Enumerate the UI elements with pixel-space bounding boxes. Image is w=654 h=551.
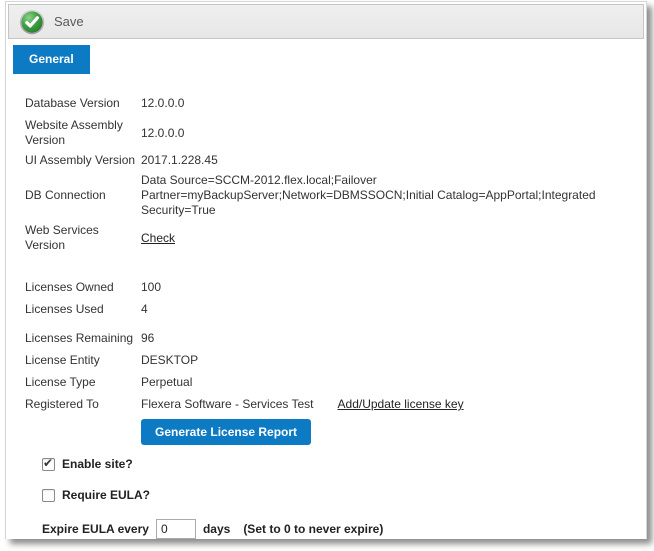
field-label: UI Assembly Version <box>25 153 141 168</box>
field-licenses-owned: Licenses Owned 100 <box>25 280 634 295</box>
field-label: Web Services Version <box>25 223 141 253</box>
expire-eula-row: Expire EULA every days (Set to 0 to neve… <box>42 519 634 539</box>
check-web-services-link[interactable]: Check <box>141 231 175 245</box>
field-value: Flexera Software - Services Test <box>141 397 314 412</box>
field-license-entity: License Entity DESKTOP <box>25 353 634 368</box>
field-label: License Type <box>25 375 141 390</box>
tab-general[interactable]: General <box>13 45 90 74</box>
field-licenses-used: Licenses Used 4 <box>25 302 634 317</box>
field-value: Perpetual <box>141 375 634 390</box>
field-label: Database Version <box>25 96 141 111</box>
toolbar: Save <box>8 4 644 39</box>
field-value: 2017.1.228.45 <box>141 153 634 168</box>
field-registered-to: Registered To Flexera Software - Service… <box>25 397 634 412</box>
field-label: Licenses Remaining <box>25 331 141 346</box>
expire-eula-label: Expire EULA every <box>42 522 149 536</box>
save-button[interactable]: Save <box>19 9 84 35</box>
field-value: 100 <box>141 280 634 295</box>
field-value: DESKTOP <box>141 353 634 368</box>
field-db-connection: DB Connection Data Source=SCCM-2012.flex… <box>25 173 634 218</box>
enable-site-row: Enable site? <box>42 457 634 471</box>
field-label: DB Connection <box>25 188 141 203</box>
field-label: Licenses Owned <box>25 280 141 295</box>
save-button-label: Save <box>54 14 84 29</box>
expire-eula-unit-label: days <box>203 522 230 536</box>
tab-strip: General <box>6 45 646 74</box>
add-update-license-key-link[interactable]: Add/Update license key <box>338 397 464 412</box>
general-tab-panel: Database Version 12.0.0.0 Website Assemb… <box>6 74 646 539</box>
enable-site-label: Enable site? <box>62 457 133 471</box>
field-value: 12.0.0.0 <box>141 126 634 141</box>
field-licenses-remaining: Licenses Remaining 96 <box>25 331 634 346</box>
field-website-assembly-version: Website Assembly Version 12.0.0.0 <box>25 118 634 148</box>
field-value: 12.0.0.0 <box>141 96 634 111</box>
settings-window: Save General Database Version 12.0.0.0 W… <box>5 1 647 539</box>
expire-eula-days-input[interactable] <box>156 519 196 539</box>
field-ui-assembly-version: UI Assembly Version 2017.1.228.45 <box>25 153 634 168</box>
field-database-version: Database Version 12.0.0.0 <box>25 96 634 111</box>
field-label: Website Assembly Version <box>25 118 141 148</box>
field-value: Data Source=SCCM-2012.flex.local;Failove… <box>141 173 634 218</box>
generate-license-report-button[interactable]: Generate License Report <box>141 419 311 445</box>
field-web-services-version: Web Services Version Check <box>25 223 634 253</box>
expire-eula-hint: (Set to 0 to never expire) <box>243 522 383 536</box>
button-row: Generate License Report <box>141 419 634 445</box>
require-eula-row: Require EULA? <box>42 488 634 502</box>
field-label: License Entity <box>25 353 141 368</box>
field-label: Licenses Used <box>25 302 141 317</box>
field-label: Registered To <box>25 397 141 412</box>
require-eula-label: Require EULA? <box>62 488 150 502</box>
save-check-icon <box>19 9 45 35</box>
field-value: 4 <box>141 302 634 317</box>
require-eula-checkbox[interactable] <box>42 489 55 502</box>
field-value: 96 <box>141 331 634 346</box>
enable-site-checkbox[interactable] <box>42 458 55 471</box>
field-license-type: License Type Perpetual <box>25 375 634 390</box>
